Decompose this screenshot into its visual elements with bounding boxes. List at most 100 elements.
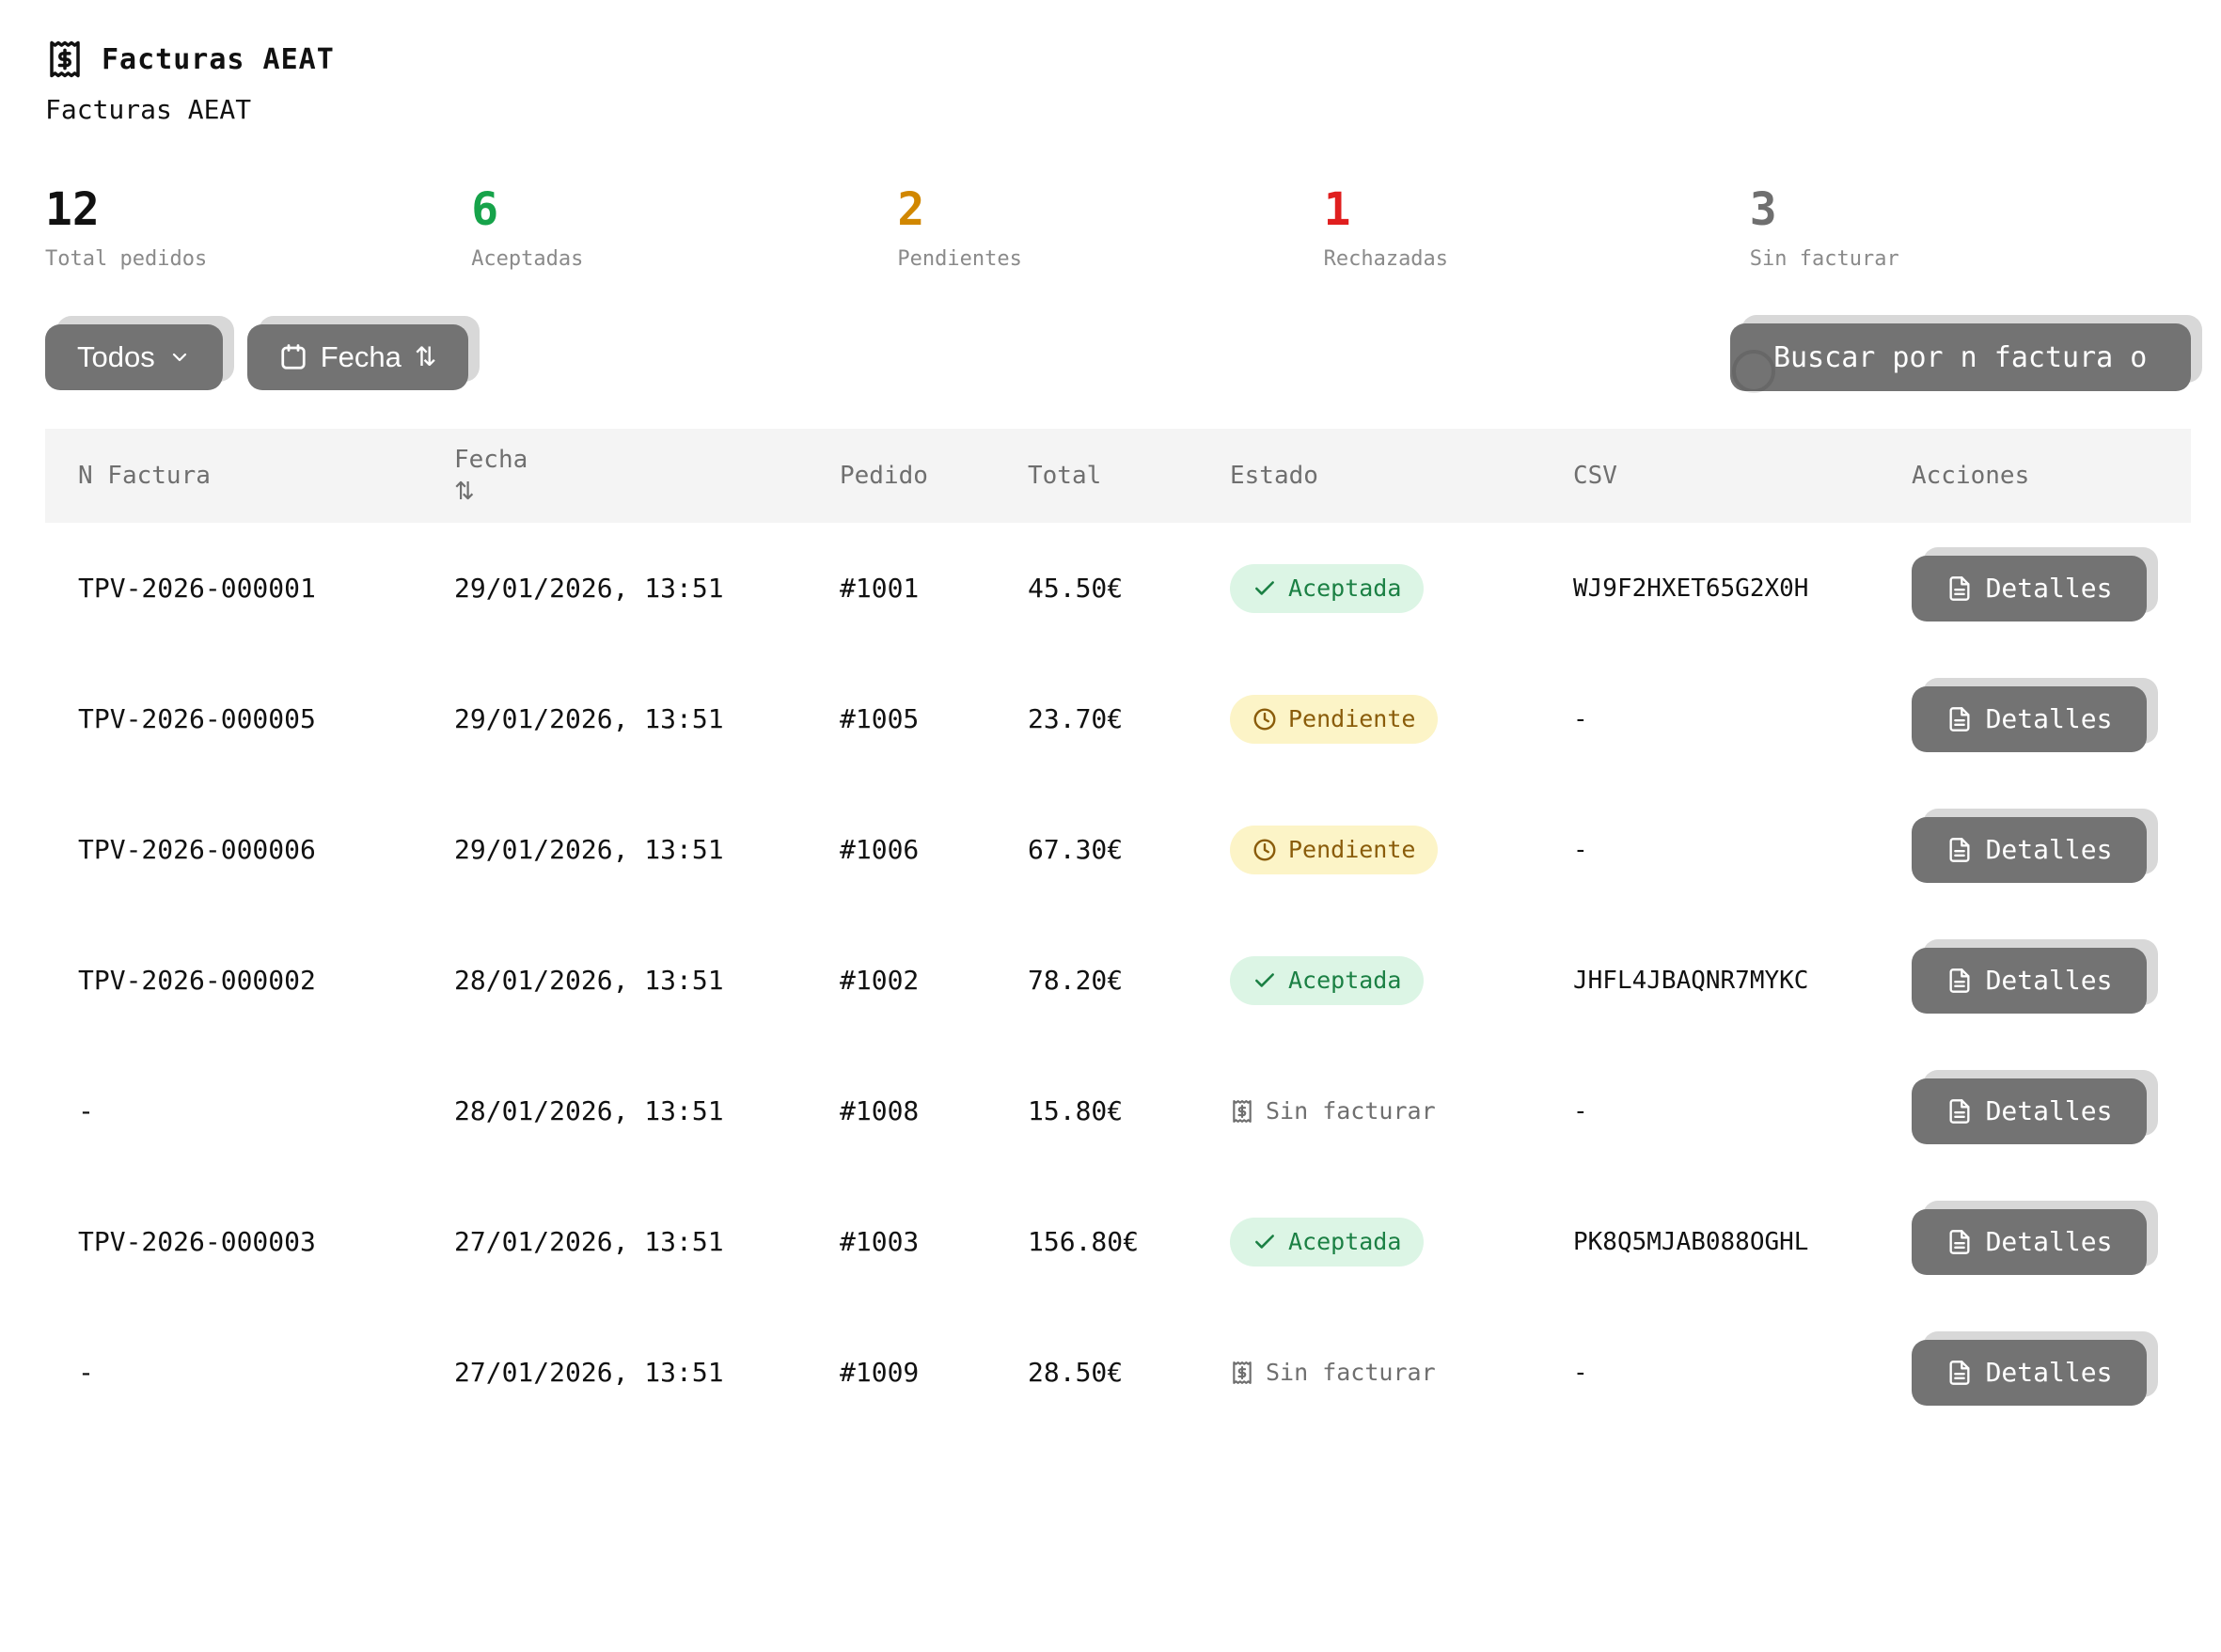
cell-total: 78.20€ bbox=[995, 965, 1197, 996]
cell-acciones: Detalles bbox=[1879, 948, 2191, 1014]
detalles-button[interactable]: Detalles bbox=[1912, 817, 2147, 883]
table-header: N Factura Fecha ⇅ Pedido Total Estado CS… bbox=[45, 429, 2191, 523]
facturas-aeat-page: Facturas AEAT Facturas AEAT 12 Total ped… bbox=[0, 0, 2221, 1652]
cell-csv: - bbox=[1540, 1359, 1879, 1387]
column-header-total: Total bbox=[995, 462, 1197, 490]
table-row: - 28/01/2026, 13:51 #1008 15.80€ Sin fac… bbox=[45, 1046, 2191, 1176]
cell-factura: - bbox=[45, 1095, 421, 1126]
table-row: TPV-2026-000002 28/01/2026, 13:51 #1002 … bbox=[45, 915, 2191, 1046]
cell-csv: - bbox=[1540, 836, 1879, 864]
date-sort-button[interactable]: Fecha ⇅ bbox=[247, 324, 469, 390]
stat-label: Sin facturar bbox=[1750, 247, 2176, 271]
stat-aceptadas: 6 Aceptadas bbox=[471, 187, 897, 271]
file-text-icon bbox=[1946, 1098, 1973, 1125]
clock-icon bbox=[1252, 838, 1277, 862]
stat-label: Rechazadas bbox=[1324, 247, 1750, 271]
detalles-label: Detalles bbox=[1986, 1095, 2113, 1126]
table-row: TPV-2026-000001 29/01/2026, 13:51 #1001 … bbox=[45, 523, 2191, 653]
clock-icon bbox=[1252, 707, 1277, 732]
cell-fecha: 27/01/2026, 13:51 bbox=[421, 1226, 807, 1257]
cell-total: 45.50€ bbox=[995, 573, 1197, 604]
cell-acciones: Detalles bbox=[1879, 1078, 2191, 1144]
cell-csv: PK8Q5MJAB088OGHL bbox=[1540, 1228, 1879, 1256]
status-badge: Aceptada bbox=[1230, 564, 1424, 613]
cell-acciones: Detalles bbox=[1879, 1209, 2191, 1275]
detalles-label: Detalles bbox=[1986, 703, 2113, 734]
table-row: - 27/01/2026, 13:51 #1009 28.50€ Sin fac… bbox=[45, 1307, 2191, 1438]
invoices-table: N Factura Fecha ⇅ Pedido Total Estado CS… bbox=[45, 429, 2191, 1438]
cell-fecha: 28/01/2026, 13:51 bbox=[421, 965, 807, 996]
search-input[interactable] bbox=[1730, 323, 2191, 391]
column-header-fecha[interactable]: Fecha ⇅ bbox=[421, 446, 807, 506]
cell-fecha: 29/01/2026, 13:51 bbox=[421, 573, 807, 604]
check-icon bbox=[1252, 968, 1277, 993]
cell-acciones: Detalles bbox=[1879, 686, 2191, 752]
cell-total: 156.80€ bbox=[995, 1226, 1197, 1257]
detalles-button[interactable]: Detalles bbox=[1912, 1340, 2147, 1406]
date-sort-label: Fecha bbox=[321, 340, 402, 374]
file-text-icon bbox=[1946, 968, 1973, 994]
cell-fecha: 29/01/2026, 13:51 bbox=[421, 703, 807, 734]
sort-arrows-icon[interactable]: ⇅ bbox=[454, 478, 807, 506]
cell-csv: - bbox=[1540, 1097, 1879, 1125]
cell-estado: Pendiente bbox=[1197, 826, 1540, 874]
check-icon bbox=[1252, 1230, 1277, 1254]
detalles-button[interactable]: Detalles bbox=[1912, 686, 2147, 752]
detalles-button[interactable]: Detalles bbox=[1912, 556, 2147, 621]
chevron-down-icon bbox=[168, 346, 191, 369]
status-badge: Sin facturar bbox=[1230, 1087, 1436, 1136]
file-text-icon bbox=[1946, 1229, 1973, 1255]
stat-value: 2 bbox=[897, 187, 1323, 232]
detalles-label: Detalles bbox=[1986, 965, 2113, 996]
column-header-fecha-label: Fecha bbox=[454, 446, 807, 474]
table-row: TPV-2026-000005 29/01/2026, 13:51 #1005 … bbox=[45, 653, 2191, 784]
cell-fecha: 27/01/2026, 13:51 bbox=[421, 1357, 807, 1388]
cell-total: 15.80€ bbox=[995, 1095, 1197, 1126]
cell-estado: Aceptada bbox=[1197, 564, 1540, 613]
stat-total-pedidos: 12 Total pedidos bbox=[45, 187, 471, 271]
column-header-acciones: Acciones bbox=[1879, 462, 2191, 490]
stat-value: 1 bbox=[1324, 187, 1750, 232]
cell-factura: TPV-2026-000005 bbox=[45, 703, 421, 734]
receipt-icon bbox=[1230, 1361, 1254, 1385]
cell-estado: Pendiente bbox=[1197, 695, 1540, 744]
stat-value: 6 bbox=[471, 187, 897, 232]
detalles-button[interactable]: Detalles bbox=[1912, 1078, 2147, 1144]
cell-estado: Aceptada bbox=[1197, 956, 1540, 1005]
status-label: Pendiente bbox=[1288, 836, 1415, 863]
cell-factura: TPV-2026-000002 bbox=[45, 965, 421, 996]
cell-total: 67.30€ bbox=[995, 834, 1197, 865]
page-subtitle: Facturas AEAT bbox=[45, 94, 2176, 125]
detalles-button[interactable]: Detalles bbox=[1912, 1209, 2147, 1275]
cell-csv: JHFL4JBAQNR7MYKC bbox=[1540, 967, 1879, 995]
table-body: TPV-2026-000001 29/01/2026, 13:51 #1001 … bbox=[45, 523, 2191, 1438]
cell-estado: Aceptada bbox=[1197, 1218, 1540, 1267]
filter-dropdown-button[interactable]: Todos bbox=[45, 324, 223, 390]
cell-acciones: Detalles bbox=[1879, 817, 2191, 883]
cell-factura: TPV-2026-000001 bbox=[45, 573, 421, 604]
calendar-icon bbox=[279, 343, 307, 371]
cell-estado: Sin facturar bbox=[1197, 1087, 1540, 1136]
stat-sin-facturar: 3 Sin facturar bbox=[1750, 187, 2176, 271]
status-badge: Sin facturar bbox=[1230, 1348, 1436, 1397]
cell-acciones: Detalles bbox=[1879, 1340, 2191, 1406]
detalles-button[interactable]: Detalles bbox=[1912, 948, 2147, 1014]
stat-value: 12 bbox=[45, 187, 471, 232]
cell-factura: TPV-2026-000006 bbox=[45, 834, 421, 865]
detalles-label: Detalles bbox=[1986, 573, 2113, 604]
status-label: Aceptada bbox=[1288, 574, 1401, 602]
file-text-icon bbox=[1946, 706, 1973, 732]
cell-csv: - bbox=[1540, 705, 1879, 733]
stat-label: Aceptadas bbox=[471, 247, 897, 271]
receipt-icon bbox=[1230, 1099, 1254, 1124]
status-badge: Aceptada bbox=[1230, 956, 1424, 1005]
page-title: Facturas AEAT bbox=[102, 43, 335, 76]
sort-arrows-icon: ⇅ bbox=[415, 344, 436, 370]
status-label: Sin facturar bbox=[1266, 1097, 1436, 1125]
stat-rechazadas: 1 Rechazadas bbox=[1324, 187, 1750, 271]
cell-total: 28.50€ bbox=[995, 1357, 1197, 1388]
detalles-label: Detalles bbox=[1986, 1357, 2113, 1388]
cell-pedido: #1008 bbox=[807, 1095, 995, 1126]
receipt-icon bbox=[45, 39, 85, 79]
status-badge: Pendiente bbox=[1230, 695, 1438, 744]
